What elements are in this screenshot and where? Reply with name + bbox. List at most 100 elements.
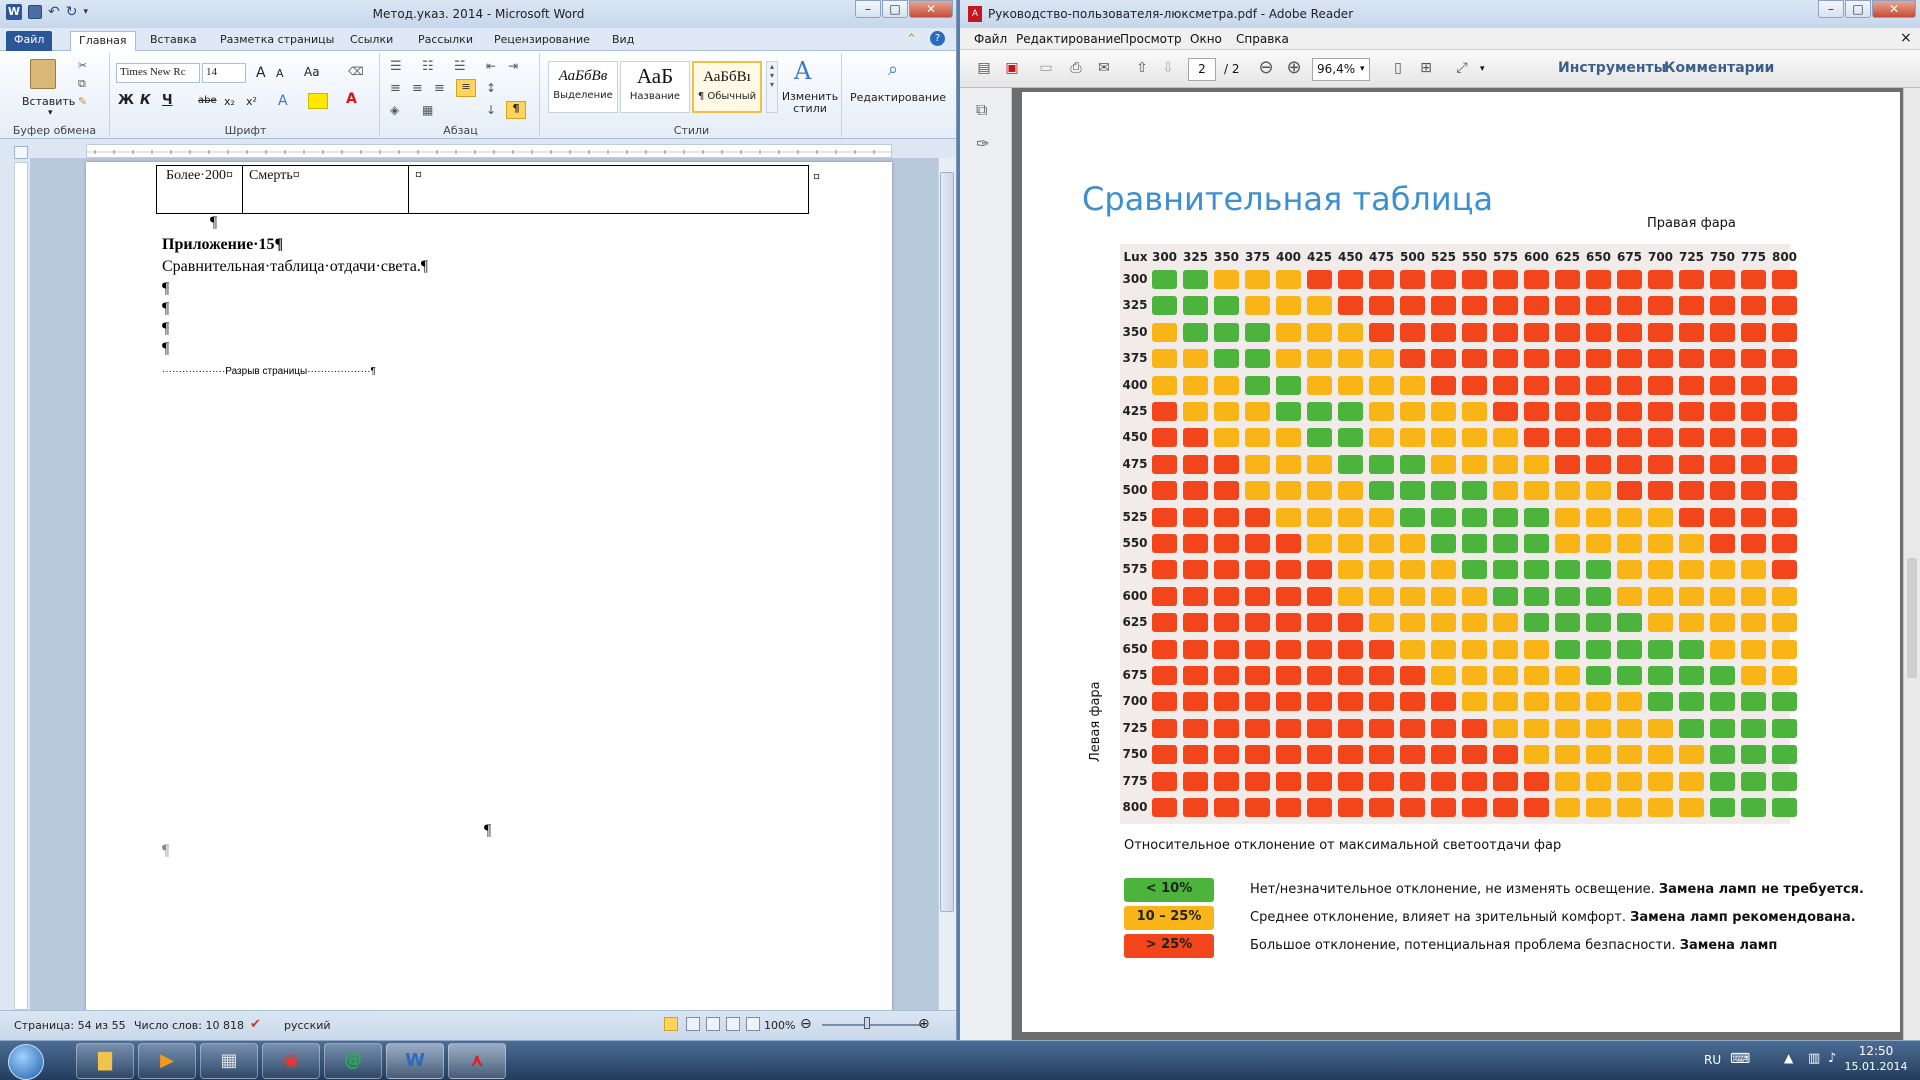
export-pdf-icon[interactable]: ▣ [1000, 57, 1024, 81]
empty-paragraph[interactable]: ¶ [484, 822, 491, 840]
table-cell[interactable]: ¤ [408, 165, 809, 214]
create-pdf-icon[interactable]: ▤ [972, 57, 996, 81]
prev-page-icon[interactable]: ⇧ [1130, 57, 1154, 81]
shading-icon[interactable]: ◈ [390, 103, 399, 117]
pdf-app-icon[interactable]: A [968, 6, 982, 22]
paste-icon[interactable] [30, 59, 56, 89]
menu-view[interactable]: Просмотр [1120, 32, 1182, 46]
line-spacing-icon[interactable]: ↕ [486, 81, 496, 95]
align-left-icon[interactable]: ≡ [390, 81, 401, 96]
editing-button[interactable]: Редактирование [844, 91, 952, 104]
next-page-icon[interactable]: ⇩ [1156, 57, 1180, 81]
empty-paragraph[interactable]: ¶ [162, 842, 169, 860]
increase-indent-icon[interactable]: ⇥ [508, 59, 518, 73]
tab-page-layout[interactable]: Разметка страницы [212, 31, 342, 51]
numbering-icon[interactable]: ☷ [422, 59, 434, 74]
decrease-indent-icon[interactable]: ⇤ [486, 59, 496, 73]
mail-agent-icon[interactable]: @ [324, 1043, 382, 1079]
calculator-icon[interactable]: ▦ [200, 1043, 258, 1079]
start-button[interactable] [8, 1044, 44, 1080]
italic-button[interactable]: К [140, 93, 151, 108]
menu-help[interactable]: Справка [1236, 32, 1289, 46]
page-thumbnails-icon[interactable]: ⧉ [976, 100, 987, 120]
tab-view[interactable]: Вид [604, 31, 642, 51]
font-name-select[interactable]: Times New Rc [116, 63, 200, 83]
attachments-icon[interactable]: ✑ [976, 134, 989, 153]
horizontal-ruler[interactable] [86, 144, 893, 158]
zoom-dropdown-icon[interactable]: ▾ [1360, 64, 1365, 74]
clock-date[interactable]: 15.01.2014 [1836, 1060, 1916, 1073]
paste-button[interactable]: Вставить [22, 95, 75, 108]
zoom-out-icon[interactable]: ⊖ [800, 1016, 812, 1032]
toolbar-dropdown-icon[interactable]: ▾ [1480, 64, 1485, 74]
cut-icon[interactable]: ✂ [78, 59, 87, 72]
word-taskbar-icon[interactable]: W [386, 1043, 444, 1079]
menu-file[interactable]: Файл [974, 32, 1007, 46]
tray-expand-icon[interactable]: ▲ [1784, 1051, 1793, 1065]
zoom-in-icon[interactable]: ⊕ [918, 1016, 930, 1032]
reader-taskbar-icon[interactable]: ⋏ [448, 1043, 506, 1079]
pdf-page[interactable]: Сравнительная таблица Правая фара Lux 30… [1022, 92, 1900, 1032]
shrink-font-icon[interactable]: A [276, 67, 284, 80]
tab-file[interactable]: Файл [6, 31, 53, 51]
tab-home[interactable]: Главная [70, 31, 136, 51]
full-screen-icon[interactable] [686, 1017, 700, 1031]
print-icon[interactable]: ⎙ [1064, 57, 1088, 81]
document-page[interactable]: Более·200¤ Смерть¤ ¤ ¤ ¶ Приложение·15¶ … [86, 162, 892, 1010]
language-indicator[interactable]: русский [284, 1019, 331, 1032]
print-layout-icon[interactable] [664, 1017, 678, 1031]
word-scroll-thumb[interactable] [940, 172, 954, 912]
underline-button[interactable]: Ч [162, 93, 173, 108]
font-color-icon[interactable]: A [346, 91, 357, 107]
show-marks-button[interactable]: ¶ [506, 101, 526, 119]
save-icon[interactable]: ▭ [1034, 57, 1058, 81]
media-player-icon[interactable]: ▶ [138, 1043, 196, 1079]
read-mode-icon[interactable]: ⤢ [1450, 57, 1474, 81]
chrome-icon[interactable]: ◉ [262, 1043, 320, 1079]
tab-review[interactable]: Рецензирование [486, 31, 598, 51]
menu-edit[interactable]: Редактирование [1016, 32, 1121, 46]
appendix-subtitle[interactable]: Сравнительная·таблица·отдачи·света.¶ [162, 258, 428, 276]
menu-window[interactable]: Окно [1190, 32, 1222, 46]
fit-page-icon[interactable]: ▯ [1386, 57, 1410, 81]
highlight-icon[interactable] [308, 93, 328, 109]
tools-button[interactable]: Инструменты [1558, 60, 1666, 76]
clear-format-icon[interactable]: ⌫ [348, 65, 364, 78]
fit-width-icon[interactable]: ⊞ [1414, 57, 1438, 81]
email-icon[interactable]: ✉ [1092, 57, 1116, 81]
table-cell[interactable]: Более·200¤ [156, 165, 243, 214]
word-count[interactable]: Число слов: 10 818 [134, 1019, 244, 1032]
find-icon[interactable]: ⌕ [888, 59, 898, 80]
bold-button[interactable]: Ж [118, 93, 134, 108]
comments-button[interactable]: Комментарии [1664, 60, 1774, 76]
close-button[interactable]: ✕ [1872, 0, 1916, 18]
network-icon[interactable]: ▥ [1808, 1051, 1820, 1066]
menu-close-icon[interactable]: × [1900, 30, 1912, 46]
paste-dropdown-icon[interactable]: ▾ [48, 108, 53, 118]
justify-icon[interactable]: ≡ [456, 79, 476, 97]
empty-paragraph[interactable]: ¶ [162, 300, 169, 318]
outline-icon[interactable] [726, 1017, 740, 1031]
empty-paragraph[interactable]: ¶ [210, 214, 217, 232]
tab-insert[interactable]: Вставка [142, 31, 205, 51]
sort-icon[interactable]: ↓ [486, 103, 496, 117]
change-styles-button[interactable]: Изменить стили [780, 91, 840, 115]
maximize-button[interactable]: □ [1845, 0, 1871, 18]
draft-icon[interactable] [746, 1017, 760, 1031]
zoom-slider-thumb[interactable] [864, 1017, 870, 1029]
format-painter-icon[interactable]: ✎ [78, 95, 87, 108]
subscript-button[interactable]: x₂ [224, 95, 235, 108]
change-styles-icon[interactable]: A [794, 57, 811, 85]
styles-scroll-icon[interactable]: ▴ ▾ ▾ [766, 61, 778, 113]
style-normal[interactable]: АаБбВı ¶ Обычный [692, 61, 762, 113]
style-emphasis[interactable]: АаБбВв Выделение [548, 61, 618, 113]
maximize-button[interactable]: □ [882, 0, 908, 18]
change-case-icon[interactable]: Aa [304, 65, 320, 79]
minimize-button[interactable]: – [855, 0, 881, 18]
font-size-select[interactable]: 14 [202, 63, 246, 83]
close-button[interactable]: ✕ [909, 0, 953, 18]
reader-scroll-thumb[interactable] [1907, 558, 1917, 678]
page-count[interactable]: Страница: 54 из 55 [14, 1019, 126, 1032]
vertical-ruler[interactable] [14, 162, 28, 1010]
zoom-level[interactable]: 100% [764, 1019, 795, 1032]
